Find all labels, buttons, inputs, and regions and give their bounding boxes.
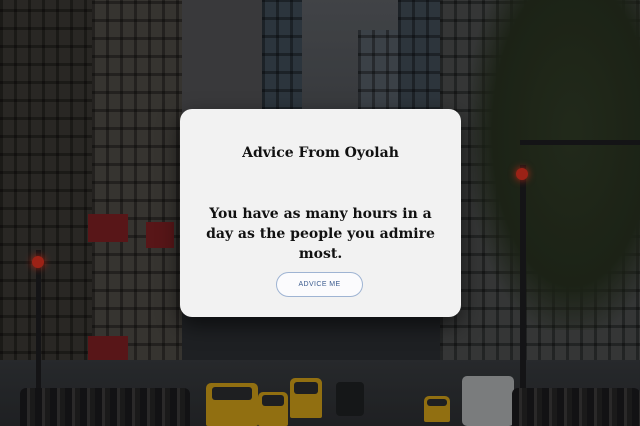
card-title: Advice From Oyolah [242, 145, 399, 161]
advice-me-button[interactable]: ADVICE ME [276, 272, 363, 297]
advice-card: Advice From Oyolah You have as many hour… [180, 109, 461, 317]
advice-quote: You have as many hours in a day as the p… [206, 206, 435, 262]
